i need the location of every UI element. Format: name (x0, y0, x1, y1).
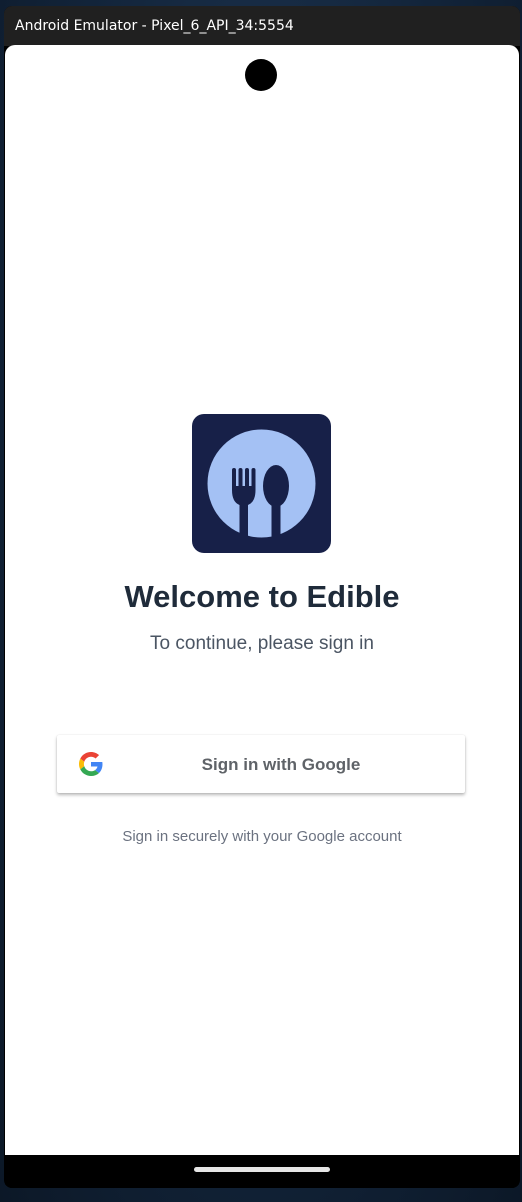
fork-and-spoon-icon (207, 429, 316, 538)
app-logo (192, 414, 331, 553)
emulator-title-bar[interactable]: Android Emulator - Pixel_6_API_34:5554 (4, 6, 520, 46)
window-title: Android Emulator - Pixel_6_API_34:5554 (15, 18, 294, 34)
phone-screen: Welcome to Edible To continue, please si… (5, 45, 519, 1155)
sign-in-with-google-button[interactable]: Sign in with Google (57, 735, 465, 793)
sign-in-note: Sign in securely with your Google accoun… (122, 828, 402, 845)
welcome-subtitle: To continue, please sign in (150, 633, 374, 654)
sign-in-button-label: Sign in with Google (201, 755, 361, 774)
home-indicator[interactable] (194, 1167, 330, 1172)
welcome-title: Welcome to Edible (124, 579, 400, 614)
camera-cutout (245, 59, 277, 91)
navigation-bar (5, 1155, 519, 1188)
emulator-window: Android Emulator - Pixel_6_API_34:5554 W… (4, 6, 520, 1188)
